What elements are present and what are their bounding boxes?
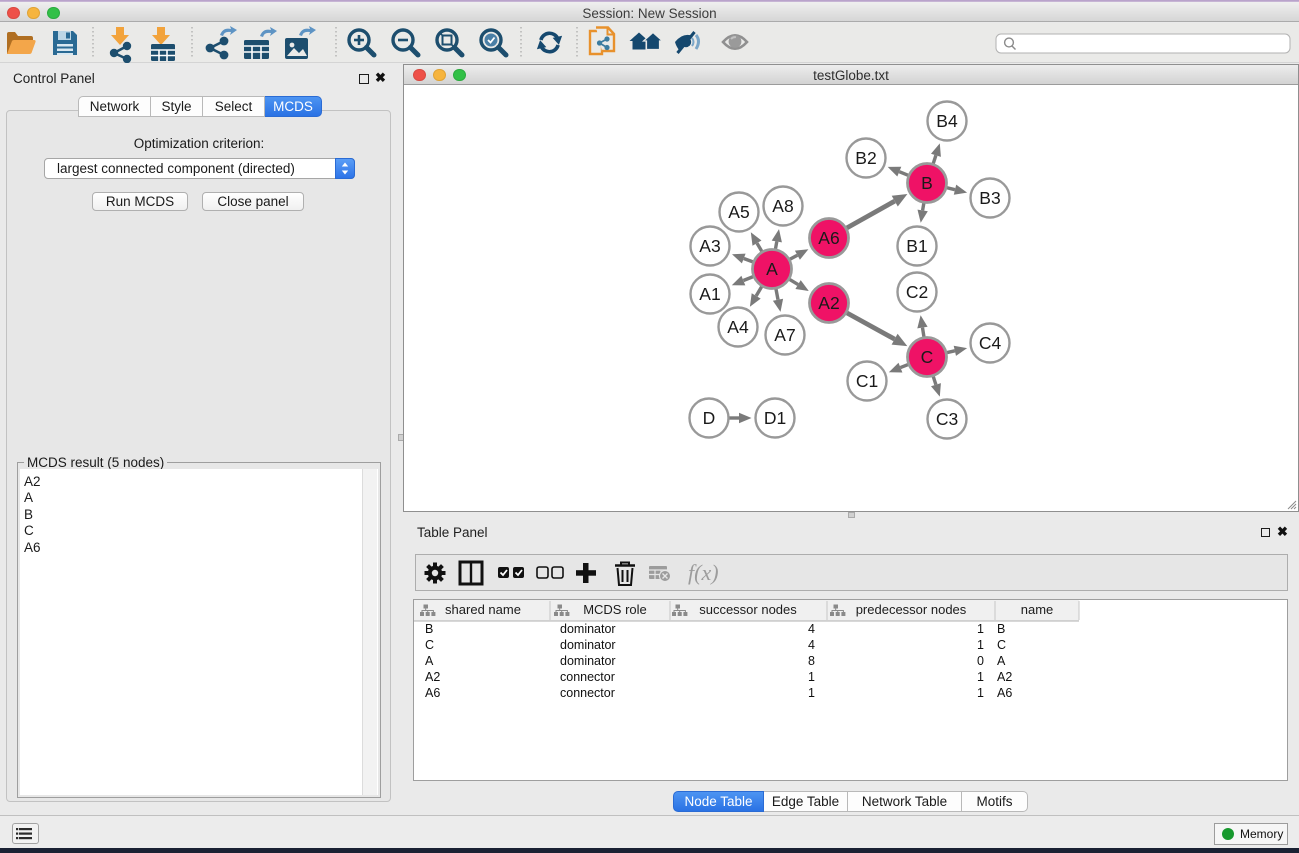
svg-text:dominator: dominator xyxy=(560,654,616,668)
svg-text:C1: C1 xyxy=(856,371,878,391)
svg-text:A6: A6 xyxy=(997,686,1012,700)
svg-text:C: C xyxy=(921,347,934,367)
svg-text:A5: A5 xyxy=(728,202,749,222)
svg-text:B3: B3 xyxy=(979,188,1000,208)
svg-text:A8: A8 xyxy=(772,196,793,216)
svg-text:MCDS role: MCDS role xyxy=(583,602,647,617)
svg-text:B: B xyxy=(921,173,933,193)
svg-text:dominator: dominator xyxy=(560,622,616,636)
svg-text:A: A xyxy=(425,654,434,668)
svg-text:A1: A1 xyxy=(699,284,720,304)
svg-text:connector: connector xyxy=(560,686,615,700)
svg-text:C3: C3 xyxy=(936,409,958,429)
svg-text:1: 1 xyxy=(808,670,815,684)
svg-text:C: C xyxy=(997,638,1006,652)
svg-text:successor nodes: successor nodes xyxy=(699,602,797,617)
svg-text:D: D xyxy=(703,408,716,428)
svg-text:A: A xyxy=(766,259,778,279)
svg-text:A2: A2 xyxy=(425,670,440,684)
svg-text:predecessor nodes: predecessor nodes xyxy=(856,602,967,617)
svg-text:B2: B2 xyxy=(855,148,876,168)
svg-text:B1: B1 xyxy=(906,236,927,256)
svg-text:A2: A2 xyxy=(997,670,1012,684)
svg-text:connector: connector xyxy=(560,670,615,684)
svg-text:shared name: shared name xyxy=(445,602,521,617)
svg-text:C2: C2 xyxy=(906,282,928,302)
svg-text:C: C xyxy=(425,638,434,652)
svg-text:4: 4 xyxy=(808,638,815,652)
svg-text:1: 1 xyxy=(977,638,984,652)
svg-text:f(x): f(x) xyxy=(688,560,719,585)
svg-text:dominator: dominator xyxy=(560,638,616,652)
svg-text:A6: A6 xyxy=(818,228,839,248)
svg-text:1: 1 xyxy=(977,686,984,700)
svg-text:A: A xyxy=(997,654,1006,668)
svg-text:A3: A3 xyxy=(699,236,720,256)
svg-text:B: B xyxy=(425,622,433,636)
svg-text:4: 4 xyxy=(808,622,815,636)
svg-text:1: 1 xyxy=(977,670,984,684)
svg-text:A4: A4 xyxy=(727,317,749,337)
svg-text:A6: A6 xyxy=(425,686,440,700)
svg-text:0: 0 xyxy=(977,654,984,668)
svg-text:1: 1 xyxy=(808,686,815,700)
svg-text:A7: A7 xyxy=(774,325,795,345)
svg-text:8: 8 xyxy=(808,654,815,668)
svg-text:name: name xyxy=(1021,602,1054,617)
svg-text:C4: C4 xyxy=(979,333,1002,353)
svg-text:B: B xyxy=(997,622,1005,636)
svg-text:A2: A2 xyxy=(818,293,839,313)
svg-text:B4: B4 xyxy=(936,111,958,131)
svg-text:1: 1 xyxy=(977,622,984,636)
svg-text:D1: D1 xyxy=(764,408,786,428)
